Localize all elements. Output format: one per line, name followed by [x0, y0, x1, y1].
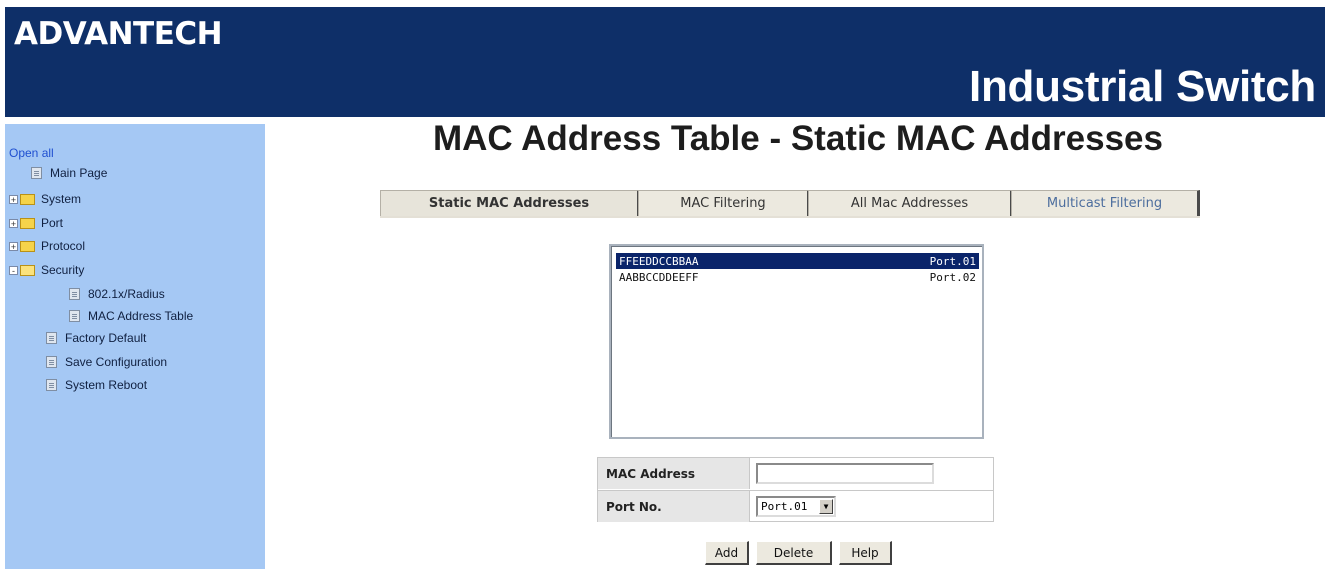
port-value: Port.01	[929, 254, 976, 268]
list-item[interactable]: FFEEDDCCBBAA Port.01	[616, 253, 979, 269]
page-title: MAC Address Table - Static MAC Addresses	[433, 119, 1163, 158]
sidebar-item-factory-default[interactable]: Factory Default	[46, 329, 146, 347]
sidebar-item-label: Save Configuration	[65, 355, 168, 369]
mac-address-value: AABBCCDDEEFF	[619, 270, 699, 284]
sidebar-item-label: 802.1x/Radius	[88, 287, 165, 301]
sidebar-tree: Open all Main Page + System + Port + Pro…	[5, 124, 265, 569]
list-item[interactable]: AABBCCDDEEFF Port.02	[616, 269, 979, 285]
port-value: Port.02	[929, 270, 976, 284]
sidebar-item-label: Security	[41, 263, 85, 277]
folder-icon	[20, 217, 35, 229]
tab-all-mac-addresses[interactable]: All Mac Addresses	[808, 190, 1013, 216]
mac-entry-form: MAC Address Port No. Port.01 ▼	[597, 457, 994, 522]
mac-address-value: FFEEDDCCBBAA	[619, 254, 699, 268]
sidebar-item-main-page[interactable]: Main Page	[31, 164, 107, 182]
page-icon	[46, 356, 57, 368]
product-name: Industrial Switch	[969, 62, 1316, 111]
tab-static-mac-addresses[interactable]: Static MAC Addresses	[380, 190, 640, 216]
sidebar-item-protocol[interactable]: + Protocol	[9, 237, 85, 255]
sidebar-item-label: MAC Address Table	[88, 309, 194, 323]
sidebar-item-label: Main Page	[50, 166, 108, 180]
tab-mac-filtering[interactable]: MAC Filtering	[638, 190, 810, 216]
page-icon	[46, 379, 57, 391]
static-mac-listbox[interactable]: FFEEDDCCBBAA Port.01 AABBCCDDEEFF Port.0…	[609, 244, 984, 439]
sidebar-item-system-reboot[interactable]: System Reboot	[46, 376, 147, 394]
page-icon	[46, 332, 57, 344]
sidebar-item-security[interactable]: - Security	[9, 261, 84, 279]
sidebar-item-label: System Reboot	[65, 378, 148, 392]
tabs-divider	[380, 216, 1200, 218]
folder-icon	[20, 193, 35, 205]
sidebar-item-label: System	[41, 192, 82, 206]
expand-icon[interactable]: +	[9, 194, 18, 204]
sidebar-item-label: Port	[41, 216, 64, 230]
add-button[interactable]: Add	[705, 541, 749, 565]
folder-open-icon	[20, 264, 35, 276]
company-logo: ADVANTECH	[14, 16, 223, 52]
sidebar-item-label: Protocol	[41, 239, 86, 253]
page-icon	[31, 167, 42, 179]
form-row-port-no: Port No. Port.01 ▼	[598, 490, 993, 523]
mac-address-label: MAC Address	[598, 458, 750, 489]
help-button[interactable]: Help	[839, 541, 892, 565]
collapse-icon[interactable]: -	[9, 265, 18, 275]
port-no-label: Port No.	[598, 491, 750, 522]
delete-button[interactable]: Delete	[756, 541, 832, 565]
header: ADVANTECH Industrial Switch	[0, 0, 1330, 117]
sidebar-item-8021x-radius[interactable]: 802.1x/Radius	[69, 285, 165, 303]
sidebar-item-save-configuration[interactable]: Save Configuration	[46, 353, 167, 371]
chevron-down-icon[interactable]: ▼	[819, 499, 833, 514]
port-select-value: Port.01	[761, 500, 808, 513]
folder-icon	[20, 240, 35, 252]
expand-icon[interactable]: +	[9, 241, 18, 251]
sidebar-item-mac-address-table[interactable]: MAC Address Table	[69, 307, 193, 325]
open-all-link[interactable]: Open all	[9, 146, 54, 160]
expand-icon[interactable]: +	[9, 218, 18, 228]
sidebar-item-label: Factory Default	[65, 331, 147, 345]
sidebar-item-port[interactable]: + Port	[9, 214, 63, 232]
page-icon	[69, 310, 80, 322]
port-no-select[interactable]: Port.01 ▼	[756, 496, 836, 517]
page-icon	[69, 288, 80, 300]
sidebar-item-system[interactable]: + System	[9, 190, 81, 208]
mac-address-input[interactable]	[756, 463, 934, 484]
form-row-mac-address: MAC Address	[598, 458, 993, 490]
tab-multicast-filtering[interactable]: Multicast Filtering	[1011, 190, 1200, 216]
